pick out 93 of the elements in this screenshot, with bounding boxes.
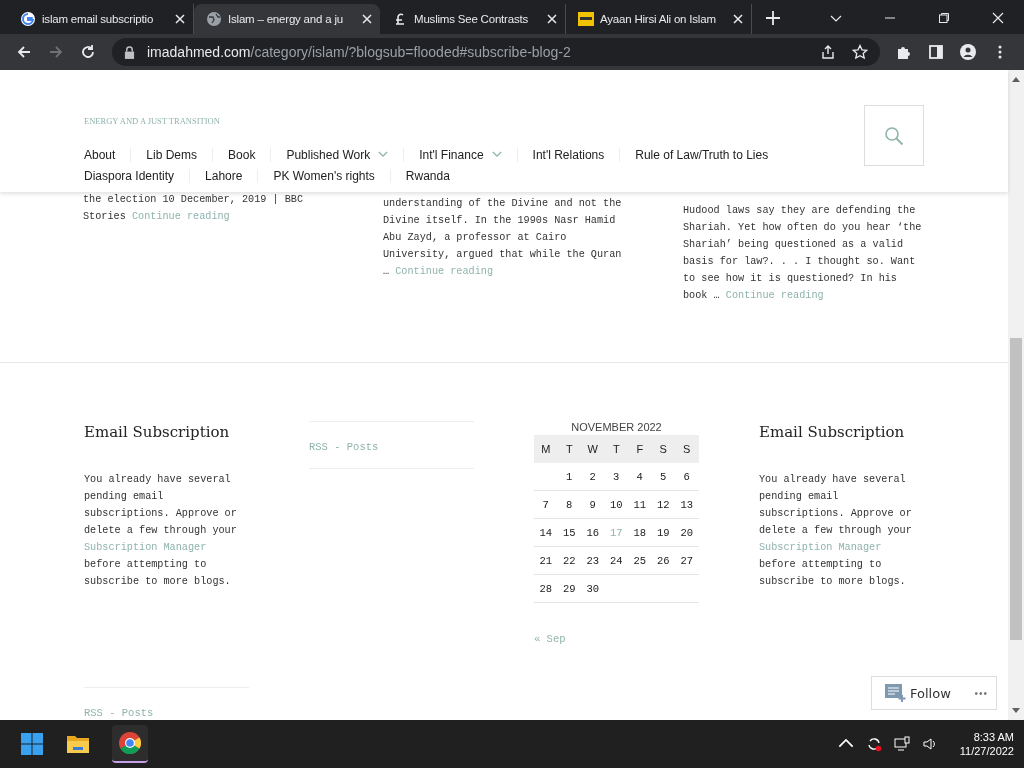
calendar-day: 14 bbox=[534, 526, 558, 539]
speaker-icon[interactable] bbox=[921, 736, 938, 752]
weekday-header: T bbox=[564, 443, 574, 455]
weekday-header: S bbox=[658, 443, 668, 455]
calendar-day: 13 bbox=[675, 498, 699, 511]
calendar-day: 19 bbox=[651, 526, 675, 539]
weekday-header: F bbox=[635, 443, 645, 455]
restore-icon[interactable] bbox=[938, 12, 950, 24]
post-excerpt: understanding of the Divine and not the Divine itself. In the 1990s Nasr Hamid Abu Zayd, a professor at Cairo University, argued that while the Quran … Continue reading bbox=[383, 196, 623, 279]
calendar-day: 18 bbox=[628, 526, 652, 539]
nav-link[interactable]: Int'l Finance bbox=[419, 147, 484, 162]
calendar-day: 10 bbox=[604, 498, 628, 511]
scrollbar-thumb[interactable] bbox=[1010, 338, 1022, 640]
share-icon[interactable] bbox=[820, 44, 836, 60]
calendar-day: 26 bbox=[651, 554, 675, 567]
nav-link[interactable]: Rwanda bbox=[405, 168, 450, 183]
favicon-icon bbox=[578, 11, 594, 27]
weekday-header: S bbox=[682, 443, 692, 455]
widget-heading: Email Subscription bbox=[759, 423, 906, 441]
calendar-day: 4 bbox=[628, 470, 652, 483]
browser-tab[interactable]: Islam – energy and a ju bbox=[194, 4, 380, 34]
windows-start-icon[interactable] bbox=[20, 732, 44, 756]
close-icon[interactable] bbox=[362, 14, 372, 24]
search-icon bbox=[884, 125, 904, 146]
subscription-message: You already have several pending email subscriptions. Approve or delete a few through your Subscription Manager before attempting to subscribe to more blogs. bbox=[84, 473, 238, 589]
nav-link[interactable]: Lib Dems bbox=[146, 147, 198, 162]
subscription-message: You already have several pending email subscriptions. Approve or delete a few through your Subscription Manager before attempting to subscribe to more blogs. bbox=[759, 473, 913, 589]
nav-link[interactable]: About bbox=[84, 147, 116, 162]
calendar-day: 3 bbox=[604, 470, 628, 483]
close-icon[interactable] bbox=[547, 14, 557, 24]
clock-date: 11/27/2022 bbox=[959, 745, 1014, 757]
back-icon[interactable] bbox=[16, 44, 32, 60]
star-icon[interactable] bbox=[852, 44, 868, 60]
chrome-taskbar-button[interactable] bbox=[112, 725, 148, 763]
browser-icon bbox=[118, 731, 142, 755]
close-icon[interactable] bbox=[992, 12, 1004, 24]
lock-icon bbox=[124, 45, 135, 59]
calendar-day: 1 bbox=[557, 470, 581, 483]
side-panel-icon[interactable] bbox=[928, 44, 944, 60]
calendar-day: 21 bbox=[534, 554, 558, 567]
profile-icon[interactable] bbox=[960, 44, 976, 60]
nav-link[interactable]: Diaspora Identity bbox=[84, 168, 175, 183]
widget-heading: Email Subscription bbox=[84, 423, 231, 441]
weekday-header: W bbox=[586, 443, 599, 455]
new-tab-icon[interactable] bbox=[766, 11, 780, 25]
nav-link[interactable]: Int'l Relations bbox=[532, 147, 605, 162]
calendar-caption: NOVEMBER 2022 bbox=[570, 421, 663, 433]
calendar-day: 29 bbox=[557, 582, 581, 595]
calendar-day: 22 bbox=[557, 554, 581, 567]
address-bar[interactable]: imadahmed.com/category/islam/?blogsub=flooded#subscribe-blog-2 bbox=[112, 38, 880, 66]
globe-icon bbox=[206, 11, 222, 27]
puzzle-icon[interactable] bbox=[896, 44, 912, 60]
close-icon[interactable] bbox=[175, 14, 185, 24]
scrollbar[interactable] bbox=[1008, 70, 1024, 720]
nav-link[interactable]: Published Work bbox=[286, 147, 371, 162]
calendar-day: 9 bbox=[581, 498, 605, 511]
nav-link[interactable]: PK Women's rights bbox=[273, 168, 375, 183]
calendar-day: 7 bbox=[534, 498, 558, 511]
nav-link[interactable]: Book bbox=[228, 147, 256, 162]
weekday-header: M bbox=[540, 443, 552, 455]
nav-link[interactable]: Lahore bbox=[205, 168, 243, 183]
sync-icon[interactable] bbox=[865, 736, 882, 752]
follow-icon bbox=[884, 683, 906, 703]
calendar-day: 27 bbox=[675, 554, 699, 567]
calendar-day: 23 bbox=[581, 554, 605, 567]
calendar-day: 24 bbox=[604, 554, 628, 567]
clock[interactable]: 8:33 AM 11/27/2022 bbox=[959, 731, 1014, 757]
calendar-day: 15 bbox=[557, 526, 581, 539]
calendar-day: 20 bbox=[675, 526, 699, 539]
calendar-day: 8 bbox=[557, 498, 581, 511]
close-icon[interactable] bbox=[733, 14, 743, 24]
network-icon[interactable] bbox=[893, 736, 910, 752]
reload-icon[interactable] bbox=[80, 44, 96, 60]
forward-icon[interactable] bbox=[48, 44, 64, 60]
nav-link[interactable]: Rule of Law/Truth to Lies bbox=[635, 147, 769, 162]
calendar-day: 5 bbox=[651, 470, 675, 483]
calendar-day: 12 bbox=[651, 498, 675, 511]
calendar-day: 25 bbox=[628, 554, 652, 567]
calendar-day: 6 bbox=[675, 470, 699, 483]
calendar-day: 16 bbox=[581, 526, 605, 539]
calendar-day: 30 bbox=[581, 582, 605, 595]
google-icon bbox=[20, 11, 36, 27]
more-button[interactable]: ••• bbox=[974, 687, 988, 699]
scroll-down-icon[interactable] bbox=[1012, 708, 1020, 714]
calendar-day: 2 bbox=[581, 470, 605, 483]
calendar-day: 11 bbox=[628, 498, 652, 511]
calendar-day: 28 bbox=[534, 582, 558, 595]
follow-button[interactable]: Follow bbox=[884, 683, 951, 703]
clock-time: 8:33 AM bbox=[973, 731, 1014, 743]
scroll-up-icon[interactable] bbox=[1012, 76, 1020, 82]
post-excerpt: Hudood laws say they are defending the Shariah. Yet how often do you hear ‘the Shariah’ being questioned as a valid basis for law?. . . I thought so. Want to see how it is questioned? In his book … Continue reading bbox=[683, 203, 923, 303]
post-excerpt: the election 10 December, 2019 | BBC Stories Continue reading bbox=[83, 192, 305, 224]
weekday-header: T bbox=[611, 443, 621, 455]
